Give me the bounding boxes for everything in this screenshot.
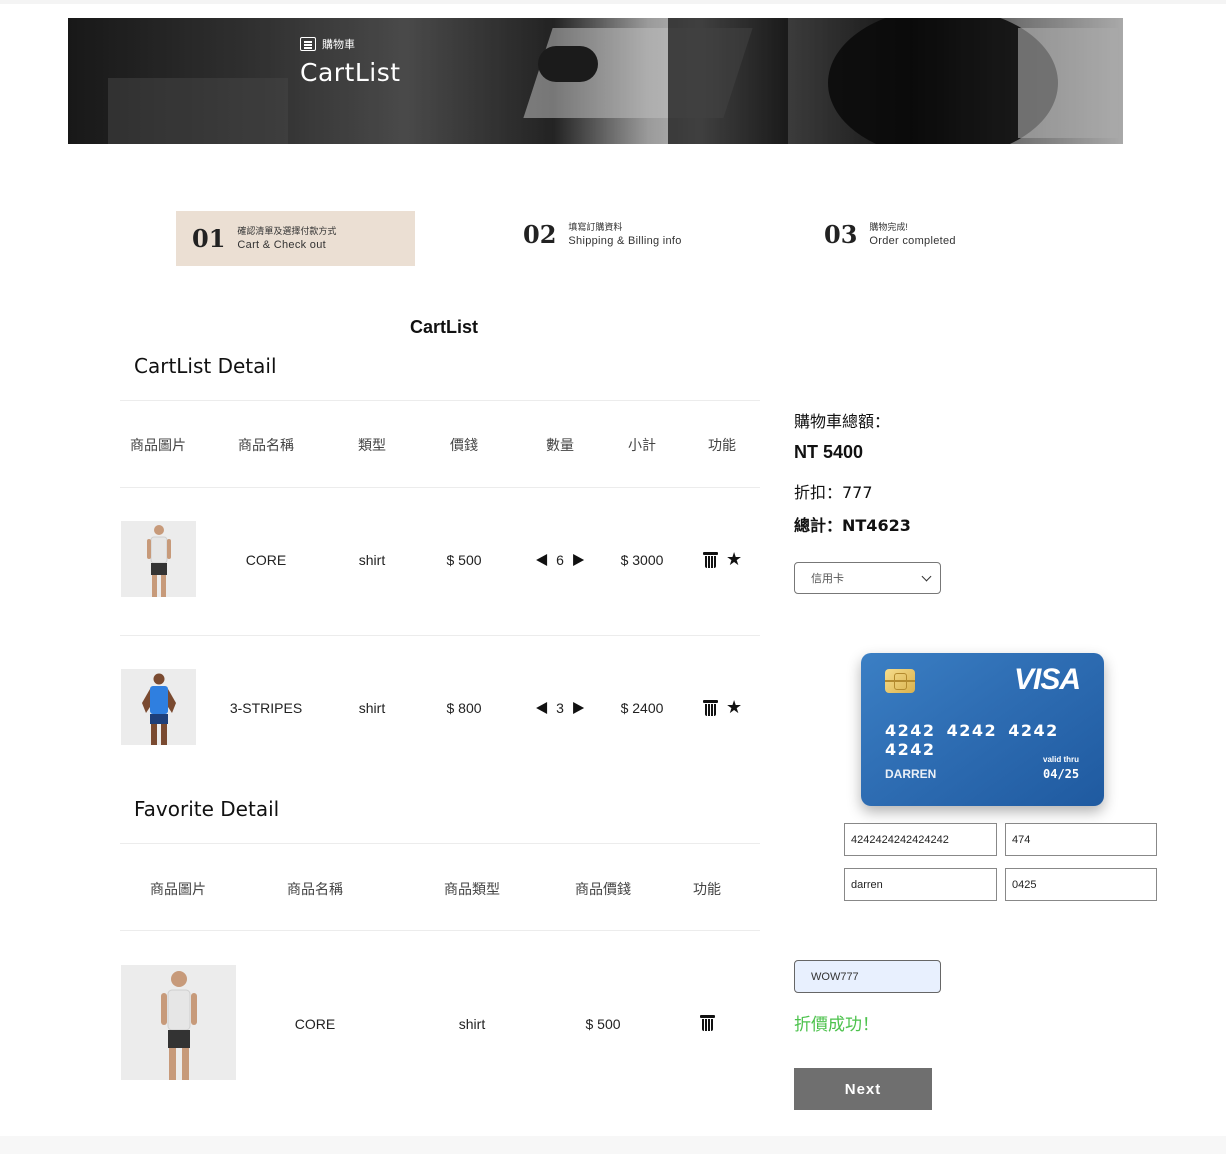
banner-subtitle: 購物車 [300,36,355,52]
increase-qty-icon[interactable] [572,702,584,714]
fav-header-image: 商品圖片 [150,881,206,897]
star-icon[interactable]: ★ [726,699,742,717]
cart-item-price: $ 800 [446,700,482,716]
fav-header-actions: 功能 [693,881,721,897]
step-label-en: Order completed [869,235,956,247]
valid-thru-label: valid thru [1043,755,1080,764]
quantity-value: 3 [556,700,564,716]
step-label-zh: 填寫訂購資料 [568,222,623,232]
trash-icon[interactable] [703,552,718,568]
page-heading: CartList [410,317,479,337]
hero-banner: 購物車 CartList [68,18,1123,144]
banner-title: CartList [300,58,401,87]
product-image [121,965,236,1080]
cart-header-image: 商品圖片 [130,437,186,453]
card-name-field[interactable]: darren [844,868,997,901]
list-icon [300,37,316,51]
step-cart-checkout: 01 確認清單及選擇付款方式 Cart & Check out [176,211,415,266]
cart-header-subtotal: 小計 [628,437,656,453]
trash-icon[interactable] [700,1015,715,1031]
step-number: 01 [192,224,226,253]
card-number-display: 4242 4242 4242 4242 [885,721,1059,759]
decrease-qty-icon[interactable] [536,702,548,714]
coupon-input[interactable]: WOW777 [794,960,941,993]
cart-item-name: CORE [245,552,287,568]
fav-header-price: 商品價錢 [575,881,631,897]
product-image [121,669,196,745]
quantity-value: 6 [556,552,564,568]
divider [120,635,760,636]
cart-item-subtotal: $ 2400 [620,700,664,716]
payment-method-value: 信用卡 [811,573,844,585]
step-shipping-billing: 02 填寫訂購資料 Shipping & Billing info [523,220,682,249]
quantity-stepper: 6 [536,552,584,568]
card-expiry-field[interactable]: 0425 [1005,868,1157,901]
star-icon[interactable]: ★ [726,551,742,569]
step-order-completed: 03 購物完成! Order completed [824,220,956,249]
cart-detail-title: CartList Detail [134,354,277,378]
step-number: 03 [824,220,858,249]
cart-item-type: shirt [358,700,386,716]
cart-item-name: 3-STRIPES [229,700,303,716]
fav-header-type: 商品類型 [444,881,500,897]
visa-logo: VISA [1013,663,1081,696]
cart-header-actions: 功能 [708,437,736,453]
increase-qty-icon[interactable] [572,554,584,566]
step-label-zh: 購物完成! [869,222,908,232]
favorite-detail-title: Favorite Detail [134,797,280,821]
divider [120,400,760,401]
next-button[interactable]: Next [794,1068,932,1110]
cart-header-price: 價錢 [450,437,478,453]
discount-text: 折扣：777 [794,483,873,502]
quantity-stepper: 3 [536,700,584,716]
cart-header-type: 類型 [358,437,386,453]
card-cvc-field[interactable]: 474 [1005,823,1157,856]
top-strip [0,0,1226,4]
fav-item-type: shirt [458,1016,486,1032]
payment-method-select[interactable]: 信用卡 [794,562,941,594]
fav-item-price: $ 500 [585,1016,621,1032]
divider [120,930,760,931]
final-total-text: 總計：NT4623 [794,516,911,535]
step-label-en: Shipping & Billing info [568,235,682,247]
cart-header-name: 商品名稱 [238,437,294,453]
decrease-qty-icon[interactable] [536,554,548,566]
banner-subtitle-text: 購物車 [322,39,355,51]
card-expiry-display: 04/25 [1043,767,1080,781]
card-chip-icon [885,669,915,693]
cart-item-subtotal: $ 3000 [620,552,664,568]
cart-item-price: $ 500 [446,552,482,568]
divider [120,487,760,488]
card-holder-display: DARREN [885,767,937,781]
card-number-field[interactable]: 4242424242424242 [844,823,997,856]
step-label-en: Cart & Check out [237,239,326,251]
cart-total-label: 購物車總額： [794,412,891,431]
trash-icon[interactable] [703,700,718,716]
cart-item-type: shirt [358,552,386,568]
cart-header-qty: 數量 [546,437,574,453]
footer-strip [0,1136,1226,1154]
coupon-success-message: 折價成功！ [794,1015,879,1035]
chevron-down-icon [921,571,932,581]
credit-card-preview: VISA 4242 4242 4242 4242 DARREN valid th… [861,653,1104,806]
fav-item-name: CORE [294,1016,336,1032]
cart-total-value: NT 5400 [794,442,864,462]
step-label-zh: 確認清單及選擇付款方式 [237,226,337,236]
fav-header-name: 商品名稱 [287,881,343,897]
divider [120,843,760,844]
product-image [121,521,196,597]
step-number: 02 [523,220,557,249]
